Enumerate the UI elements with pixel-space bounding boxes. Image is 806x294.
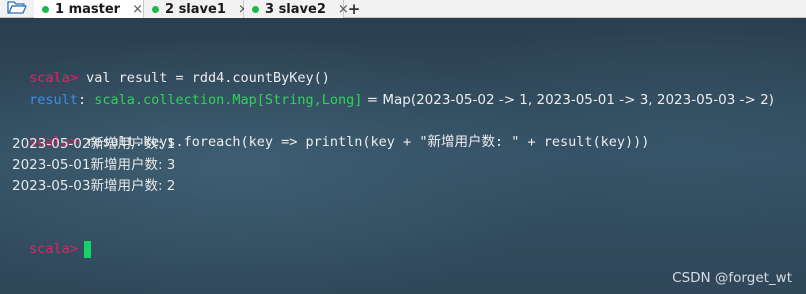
watermark: CSDN @forget_wt bbox=[672, 270, 792, 286]
terminal-area[interactable]: scala> val result = rdd4.countByKey() re… bbox=[0, 18, 806, 294]
tab-master[interactable]: 1 master × bbox=[34, 0, 144, 18]
result-name: result bbox=[29, 92, 78, 108]
result-type: scala.collection.Map[String,Long] bbox=[94, 92, 363, 108]
close-icon[interactable]: × bbox=[132, 3, 143, 16]
terminal-line: scala> val result = rdd4.countByKey() bbox=[12, 48, 330, 86]
colon-text: : bbox=[77, 92, 95, 108]
result-value: = Map(2023-05-02 -> 1, 2023-05-01 -> 3, … bbox=[362, 92, 774, 108]
tab-bar: 1 master × 2 slave1 × 3 slave2 × + bbox=[0, 0, 806, 18]
connected-status-icon bbox=[42, 5, 49, 13]
tab-label: 3 slave2 bbox=[265, 1, 326, 17]
output-line: 2023-05-02新增用户数: 1 bbox=[12, 136, 176, 152]
plus-icon: + bbox=[347, 0, 361, 18]
tab-slave1[interactable]: 2 slave1 × bbox=[144, 0, 249, 18]
cursor[interactable] bbox=[83, 240, 91, 258]
output-line: 2023-05-01新增用户数: 3 bbox=[12, 157, 176, 173]
open-folder-button[interactable] bbox=[0, 0, 34, 18]
folder-icon bbox=[7, 0, 27, 19]
connected-status-icon bbox=[152, 5, 159, 13]
tab-slave2[interactable]: 3 slave2 × bbox=[244, 0, 349, 18]
tab-label: 2 slave1 bbox=[165, 1, 226, 17]
terminal-line: scala> result.keys.foreach(key => printl… bbox=[12, 112, 649, 150]
connected-status-icon bbox=[252, 5, 259, 13]
add-tab-button[interactable]: + bbox=[344, 0, 364, 18]
scala-prompt: scala> bbox=[29, 241, 78, 257]
output-line: 2023-05-03新增用户数: 2 bbox=[12, 178, 176, 194]
terminal-line: scala> bbox=[12, 219, 91, 258]
tab-label: 1 master bbox=[55, 1, 121, 17]
terminal-line: result: scala.collection.Map[String,Long… bbox=[12, 70, 774, 108]
